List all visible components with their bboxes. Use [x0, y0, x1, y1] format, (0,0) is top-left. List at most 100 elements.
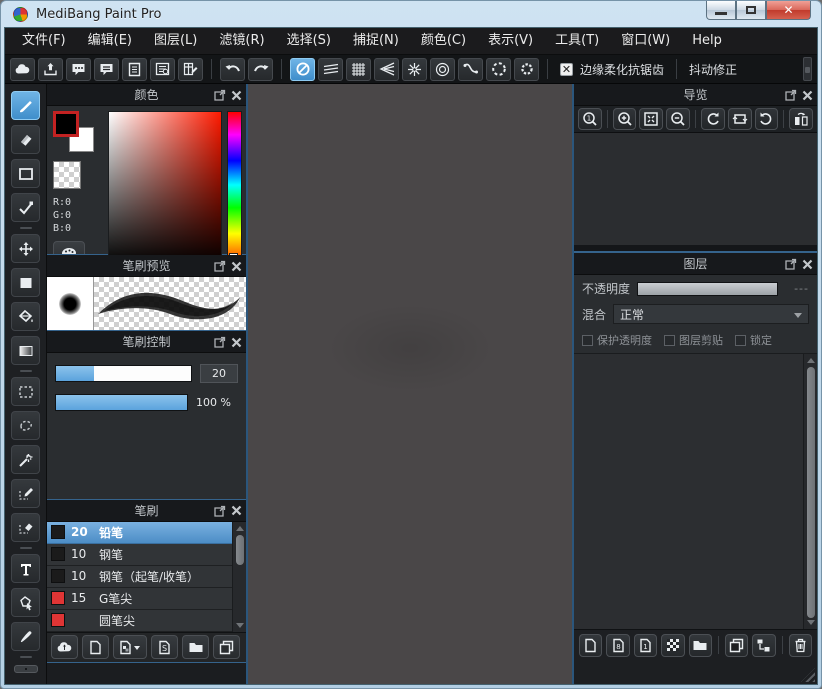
shape-tool[interactable] [11, 159, 40, 188]
clipping-checkbox[interactable] [664, 335, 675, 346]
cloud-button[interactable] [10, 58, 35, 81]
bucket-tool[interactable] [11, 302, 40, 331]
brush-tool[interactable] [11, 91, 40, 120]
snap-vanishing-button[interactable] [374, 58, 399, 81]
snap-concentric-button[interactable] [430, 58, 455, 81]
antialias-checkbox[interactable]: ✕ [560, 63, 573, 76]
menu-help[interactable]: Help [681, 28, 733, 54]
brush-control-titlebar[interactable]: 笔刷控制 [47, 331, 246, 353]
divide-tool[interactable] [11, 622, 40, 651]
brush-list-item-pen-inout[interactable]: 10 钢笔（起笔/收笔） [47, 566, 232, 588]
merge-layer-button[interactable] [752, 634, 775, 657]
maximize-button[interactable] [736, 1, 766, 20]
brush-list-item-gpen[interactable]: 15 G笔尖 [47, 588, 232, 610]
canvas-area[interactable] [248, 84, 574, 684]
menu-file[interactable]: 文件(F) [11, 28, 77, 54]
menu-edit[interactable]: 编辑(E) [77, 28, 143, 54]
scroll-down-icon[interactable] [807, 620, 815, 625]
popout-icon[interactable] [214, 505, 226, 517]
duplicate-brush-button[interactable] [213, 635, 240, 659]
brush-folder-button[interactable] [182, 635, 209, 659]
close-button[interactable]: ✕ [766, 1, 811, 20]
menu-snap[interactable]: 捕捉(N) [342, 28, 410, 54]
brush-list-item-pen[interactable]: 10 钢笔 [47, 544, 232, 566]
brush-list-item-round-pen[interactable]: 圆笔尖 [47, 610, 232, 632]
close-panel-icon[interactable] [802, 90, 813, 101]
select-eraser-tool[interactable] [11, 513, 40, 542]
tool-strip-scroll-handle[interactable] [14, 665, 38, 673]
eraser-tool[interactable] [11, 125, 40, 154]
scroll-down-icon[interactable] [236, 623, 244, 628]
operation-tool[interactable] [11, 588, 40, 617]
minimize-button[interactable] [706, 1, 736, 20]
menu-view[interactable]: 表示(V) [477, 28, 544, 54]
select-rect-tool[interactable] [11, 377, 40, 406]
scrollbar-thumb[interactable] [807, 367, 815, 618]
navigator-preview[interactable] [574, 133, 817, 245]
color-panel-titlebar[interactable]: 颜色 [47, 84, 246, 106]
layer-opacity-slider[interactable] [637, 282, 778, 296]
new-brush-button[interactable] [82, 635, 109, 659]
toolbar-overflow-scrollbar[interactable] [803, 57, 812, 81]
dot-pen-tool[interactable] [11, 193, 40, 222]
zoom-in-button[interactable] [613, 108, 637, 130]
popout-icon[interactable] [785, 89, 797, 101]
zoom-100-button[interactable]: 1 [578, 108, 602, 130]
new-layer-button[interactable] [579, 634, 602, 657]
rotate-reset-button[interactable] [728, 108, 752, 130]
menu-tools[interactable]: 工具(T) [544, 28, 610, 54]
brush-opacity-slider[interactable] [55, 394, 188, 411]
gradient-tool[interactable] [11, 336, 40, 365]
document-button[interactable] [122, 58, 147, 81]
saturation-value-picker[interactable] [108, 111, 222, 265]
menu-layer[interactable]: 图层(L) [143, 28, 208, 54]
scrollbar-thumb[interactable] [236, 535, 244, 565]
snap-grid-button[interactable] [346, 58, 371, 81]
lock-checkbox[interactable] [735, 335, 746, 346]
scroll-up-icon[interactable] [807, 358, 815, 363]
foreground-color-swatch[interactable] [53, 111, 79, 137]
snap-curve-button[interactable] [458, 58, 483, 81]
script-brush-button[interactable]: S [151, 635, 178, 659]
comment-dots-button[interactable] [66, 58, 91, 81]
snap-radial-button[interactable] [402, 58, 427, 81]
hue-slider[interactable] [227, 111, 242, 265]
brush-preview-titlebar[interactable]: 笔刷预览 [47, 255, 246, 277]
menu-window[interactable]: 窗口(W) [610, 28, 681, 54]
edit-table-button[interactable] [178, 58, 203, 81]
upload-button[interactable] [38, 58, 63, 81]
history-list-button[interactable] [150, 58, 175, 81]
duplicate-layer-button[interactable] [725, 634, 748, 657]
cloud-sync-brush-button[interactable] [51, 635, 78, 659]
brush-list-scrollbar[interactable] [232, 522, 246, 632]
new-1bit-layer-button[interactable]: 1 [634, 634, 657, 657]
redo-button[interactable] [248, 58, 273, 81]
snap-parallel-button[interactable] [318, 58, 343, 81]
magic-wand-tool[interactable] [11, 445, 40, 474]
snap-settings-button[interactable] [514, 58, 539, 81]
halftone-layer-button[interactable] [661, 634, 684, 657]
layers-scrollbar[interactable] [803, 354, 817, 629]
popout-icon[interactable] [214, 260, 226, 272]
text-tool[interactable] [11, 554, 40, 583]
menu-color[interactable]: 颜色(C) [410, 28, 477, 54]
layer-folder-button[interactable] [689, 634, 712, 657]
popout-icon[interactable] [785, 258, 797, 270]
zoom-fit-button[interactable] [639, 108, 663, 130]
menu-filter[interactable]: 滤镜(R) [208, 28, 275, 54]
undo-button[interactable] [220, 58, 245, 81]
transparent-color-swatch[interactable] [53, 161, 81, 189]
scroll-up-icon[interactable] [236, 526, 244, 531]
flip-horizontal-button[interactable] [789, 108, 813, 130]
brush-list-item-pencil[interactable]: 20 铅笔 [47, 522, 232, 544]
zoom-out-button[interactable] [666, 108, 690, 130]
rotate-ccw-button[interactable] [701, 108, 725, 130]
rotate-cw-button[interactable] [755, 108, 779, 130]
protect-alpha-checkbox[interactable] [582, 335, 593, 346]
layers-titlebar[interactable]: 图层 [574, 253, 817, 275]
blend-mode-select[interactable]: 正常 [613, 304, 809, 324]
brush-size-slider[interactable] [55, 365, 192, 382]
layers-list[interactable] [574, 353, 817, 629]
lasso-tool[interactable] [11, 411, 40, 440]
new-8bit-layer-button[interactable]: 8 [606, 634, 629, 657]
